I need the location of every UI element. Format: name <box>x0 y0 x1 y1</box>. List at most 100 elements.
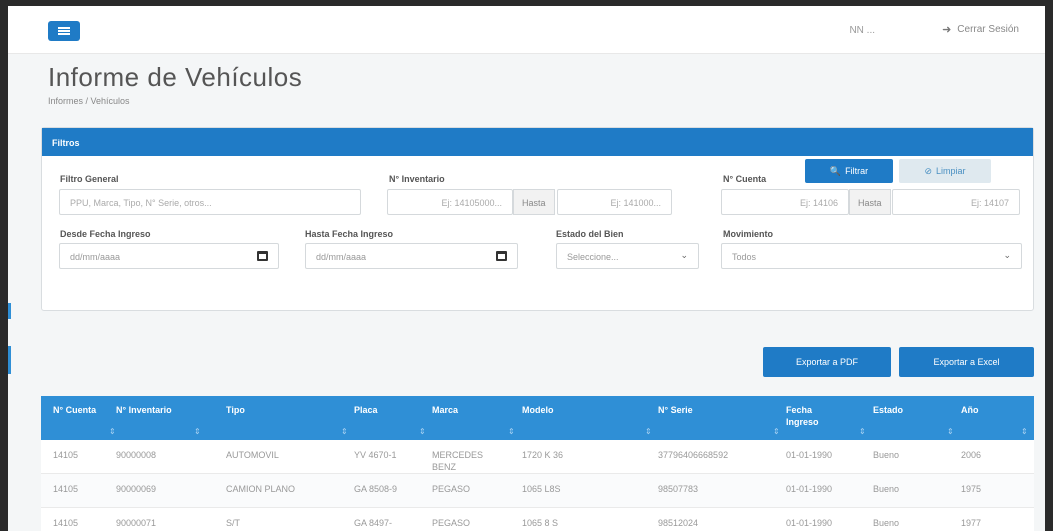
column-header[interactable]: N° Serie <box>658 404 693 416</box>
cell-tipo: AUTOMOVIL <box>226 450 279 460</box>
filter-button[interactable]: 🔍 Filtrar <box>805 159 893 183</box>
filters-heading: Filtros <box>42 128 1033 156</box>
table-row[interactable]: 14105 90000069 CAMION PLANO GA 8508-9 PE… <box>41 474 1034 508</box>
cell-estado: Bueno <box>873 518 900 528</box>
cuenta-from-input[interactable]: Ej: 14106 <box>721 189 849 215</box>
clear-icon: ⊘ <box>924 165 933 176</box>
cell-placa: YV 4670-1 <box>354 450 397 460</box>
export-excel-button[interactable]: Exportar a Excel <box>899 347 1034 377</box>
table-header: N° Cuenta N° Inventario Tipo Placa Marca… <box>41 396 1034 440</box>
column-header[interactable]: Placa <box>354 404 378 416</box>
cell-inventario: 90000008 <box>116 450 157 460</box>
cuenta-to-input[interactable]: Ej: 14107 <box>892 189 1020 215</box>
column-header[interactable]: Fecha Ingreso <box>786 404 836 428</box>
side-edge-marker <box>8 346 11 374</box>
filters-panel: Filtros Filtro General PPU, Marca, Tipo,… <box>41 127 1034 311</box>
clear-button[interactable]: ⊘ Limpiar <box>899 159 991 183</box>
search-icon: 🔍 <box>829 165 842 176</box>
sort-icon[interactable]: ⇕ <box>947 427 954 436</box>
sort-icon[interactable]: ⇕ <box>859 427 866 436</box>
column-header[interactable]: Estado <box>873 404 903 416</box>
column-header[interactable]: N° Inventario <box>116 404 176 416</box>
cell-marca: PEGASO <box>432 518 471 528</box>
sort-icon[interactable]: ⇕ <box>773 427 780 436</box>
table-row[interactable]: 14105 90000071 S/T GA 8497- PEGASO 1065 … <box>41 508 1034 531</box>
cell-modelo: 1065 L8S <box>522 484 561 494</box>
inventario-label: N° Inventario <box>389 174 445 184</box>
sort-icon[interactable]: ⇕ <box>341 427 348 436</box>
cell-anio: 1977 <box>961 518 982 528</box>
sort-icon[interactable]: ⇕ <box>419 427 426 436</box>
cell-inventario: 90000069 <box>116 484 157 494</box>
calendar-icon[interactable] <box>257 251 268 261</box>
hasta-fecha-placeholder: dd/mm/aaaa <box>316 252 367 262</box>
cell-cuenta: 14105 <box>53 484 79 494</box>
cell-fecha: 01-01-1990 <box>786 450 833 460</box>
desde-fecha-input[interactable]: dd/mm/aaaa <box>59 243 279 269</box>
column-header[interactable]: Modelo <box>522 404 554 416</box>
sort-icon[interactable]: ⇕ <box>645 427 652 436</box>
sign-out-icon: ➜ <box>942 24 952 36</box>
column-header[interactable]: Año <box>961 404 979 416</box>
movimiento-select[interactable]: Todos ⌄ <box>721 243 1022 269</box>
estado-label: Estado del Bien <box>556 229 624 239</box>
general-filter-input[interactable]: PPU, Marca, Tipo, N° Serie, otros... <box>59 189 361 215</box>
cuenta-to-addon: Hasta <box>849 189 891 215</box>
logout-link[interactable]: ➜ Cerrar Sesión <box>942 23 1019 36</box>
inventario-from-input[interactable]: Ej: 14105000... <box>387 189 513 215</box>
hamburger-icon <box>58 27 70 35</box>
cell-estado: Bueno <box>873 484 900 494</box>
cell-inventario: 90000071 <box>116 518 157 528</box>
desde-fecha-label: Desde Fecha Ingreso <box>60 229 151 239</box>
cell-modelo: 1065 8 S <box>522 518 559 528</box>
column-header[interactable]: N° Cuenta <box>53 404 103 416</box>
export-pdf-button[interactable]: Exportar a PDF <box>763 347 891 377</box>
column-header[interactable]: Marca <box>432 404 458 416</box>
cell-fecha: 01-01-1990 <box>786 518 833 528</box>
column-header[interactable]: Tipo <box>226 404 245 416</box>
inventario-to-input[interactable]: Ej: 141000... <box>557 189 672 215</box>
top-navbar: NN ... ➜ Cerrar Sesión <box>8 6 1045 54</box>
vehicles-table: N° Cuenta N° Inventario Tipo Placa Marca… <box>41 396 1034 531</box>
cell-marca: MERCEDES BENZ <box>432 450 484 472</box>
general-filter-label: Filtro General <box>60 174 119 184</box>
table-row[interactable]: 14105 90000008 AUTOMOVIL YV 4670-1 MERCE… <box>41 440 1034 474</box>
estado-select[interactable]: Seleccione... ⌄ <box>556 243 699 269</box>
cell-placa: GA 8497- <box>354 518 393 528</box>
side-edge-marker <box>8 303 11 319</box>
cuenta-label: N° Cuenta <box>723 174 767 184</box>
breadcrumb[interactable]: Informes / Vehículos <box>48 96 130 106</box>
sort-icon[interactable]: ⇕ <box>109 427 116 436</box>
app-window: NN ... ➜ Cerrar Sesión Informe de Vehícu… <box>8 6 1045 531</box>
cell-tipo: S/T <box>226 518 241 528</box>
cell-tipo: CAMION PLANO <box>226 484 296 494</box>
cell-estado: Bueno <box>873 450 900 460</box>
cell-serie: 98512024 <box>658 518 699 528</box>
cell-serie: 98507783 <box>658 484 699 494</box>
inventario-to-addon: Hasta <box>513 189 555 215</box>
hasta-fecha-input[interactable]: dd/mm/aaaa <box>305 243 518 269</box>
logout-label: Cerrar Sesión <box>957 24 1019 35</box>
menu-toggle-button[interactable] <box>48 21 80 41</box>
cell-cuenta: 14105 <box>53 518 79 528</box>
sort-icon[interactable]: ⇕ <box>194 427 201 436</box>
filter-button-label: Filtrar <box>845 166 869 176</box>
cell-modelo: 1720 K 36 <box>522 450 564 460</box>
chevron-down-icon: ⌄ <box>1003 250 1011 260</box>
sort-icon[interactable]: ⇕ <box>1021 427 1028 436</box>
cell-anio: 1975 <box>961 484 982 494</box>
cell-placa: GA 8508-9 <box>354 484 398 494</box>
calendar-icon[interactable] <box>496 251 507 261</box>
desde-fecha-placeholder: dd/mm/aaaa <box>70 252 121 262</box>
cell-serie: 37796406668592 <box>658 450 729 460</box>
chevron-down-icon: ⌄ <box>680 250 688 260</box>
sort-icon[interactable]: ⇕ <box>508 427 515 436</box>
movimiento-selected-value: Todos <box>732 252 757 262</box>
cell-marca: PEGASO <box>432 484 471 494</box>
cell-cuenta: 14105 <box>53 450 79 460</box>
page-title: Informe de Vehículos <box>48 62 303 92</box>
estado-selected-value: Seleccione... <box>567 252 619 262</box>
cell-fecha: 01-01-1990 <box>786 484 833 494</box>
clear-button-label: Limpiar <box>936 166 966 176</box>
user-name[interactable]: NN ... <box>849 25 875 36</box>
